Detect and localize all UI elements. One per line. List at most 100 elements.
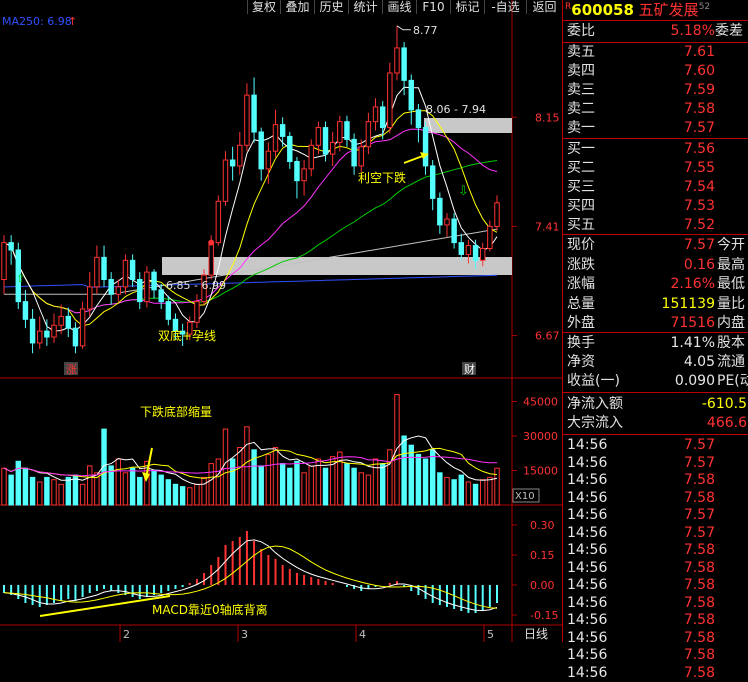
tick-row-price: 7.57 [683,454,715,471]
candle [94,245,100,295]
toolbar-button-6[interactable]: 标记 [451,0,484,14]
volume-bar [437,472,443,506]
toolbar-button-7[interactable]: -自选 [485,0,526,14]
macd-tick-label: 0.30 [530,519,555,532]
toolbar-button-4[interactable]: 画线 [383,0,416,14]
month-label: 3 [241,628,248,641]
toolbar-button-5[interactable]: F10 [417,0,450,14]
volume-bar [372,458,379,506]
volume-bar [1,467,7,506]
vol-mult-label: X10 [515,491,535,502]
volume-bar [65,476,72,506]
candle-body [315,127,322,146]
candle [251,77,257,143]
volume-bar [394,394,400,506]
macd-tick-label: 0.15 [530,549,555,562]
tick-row-time: 14:56 [567,612,608,628]
candle-body [37,330,43,344]
tick-row-price: 7.58 [683,594,715,611]
candle [351,133,357,175]
tick-row-price: 7.58 [683,629,715,646]
candle-body [351,138,357,167]
candle [229,146,236,181]
ma250-arrow: ↑ [68,15,77,28]
volume-bar [365,474,372,506]
up-arrow-icon: ⇧ [16,272,25,285]
volume-bar [479,479,486,506]
stock-title: R600058 五矿发展52 [565,1,711,19]
candle-body [322,127,329,155]
candle [444,213,450,237]
toolbar-button-3[interactable]: 统计 [349,0,382,14]
toolbar-separator [314,0,315,14]
tick-row-time: 14:56 [567,664,608,681]
toolbar-button-0[interactable]: 复权 [248,0,280,14]
toolbar-separator [484,0,485,14]
candle [294,157,300,199]
weicha-label: 委差 [715,23,743,39]
volume-bar [129,467,136,506]
toolbar-button-1[interactable]: 叠加 [281,0,314,14]
candle [108,272,114,305]
toolbar-separator [382,0,383,14]
ma60-line [3,160,498,314]
candle [301,160,307,196]
bid-row-label: 买三 [567,179,595,195]
candle-body [215,200,222,244]
tick-row-price: 7.58 [683,577,715,593]
toolbar-button-2[interactable]: 历史 [315,0,348,14]
volume-bar [179,486,186,506]
tick-row-price: 7.58 [683,559,715,576]
support-zone [162,257,512,275]
volume-bar [165,479,172,506]
candle-body [401,47,407,81]
resistance-zone [424,118,512,133]
candle-body [229,159,236,167]
volume-tick-label: 15000 [523,465,558,478]
stat-row-value: 0.16 [683,256,715,273]
candle-body [58,315,64,326]
fundamental-row-label: 收益(一) [567,373,620,389]
candle-body [158,289,164,303]
toolbar-button-8[interactable]: 返回 [527,0,562,14]
candle-body [129,259,136,281]
tick-row-time: 14:56 [567,437,608,453]
volume-bar [215,458,222,506]
volume-bar [194,483,200,506]
volume-bar [322,467,329,506]
toolbar-separator [247,0,248,14]
volume-bar [222,428,229,506]
macd-divergence-line [39,595,171,617]
tick-row-price: 7.57 [683,524,715,541]
candle [215,195,222,246]
stat-row-value: 7.57 [683,237,715,253]
candle-body [151,271,157,291]
price-tick-label: 6.67 [535,330,560,343]
candle [387,62,393,134]
high-price-label: 8.77 [413,24,438,37]
stat-row-label2: 最低 [717,276,745,292]
stock-chart[interactable]: 8.15 7.41 6.67 MA250: 6.98↑ 8.77 8.06 - 7.94 6… [0,0,562,642]
candle-body [94,256,100,288]
candle [51,313,57,343]
volume-bar [115,458,122,506]
ask-row-label: 卖一 [567,120,595,136]
macd-dif-line [3,539,498,612]
candle-body [108,279,114,295]
candle-body [122,259,129,288]
candle [287,132,293,169]
tick-row-time: 14:56 [567,507,608,523]
ask-row-price: 7.61 [683,44,715,60]
flow-row-label: 大宗流入 [567,415,623,431]
candle [429,160,436,211]
fundamental-row-label: 换手 [567,335,595,351]
candle [72,322,79,354]
flow-row-label: 净流入额 [567,396,623,412]
volume-bar [294,460,300,506]
weibi-value: 5.18% [670,23,715,39]
ask-row-price: 7.60 [683,63,715,79]
candle [37,316,43,349]
candle-body [222,159,229,202]
candle [394,25,400,81]
tag-zhang: 涨 [66,363,77,376]
